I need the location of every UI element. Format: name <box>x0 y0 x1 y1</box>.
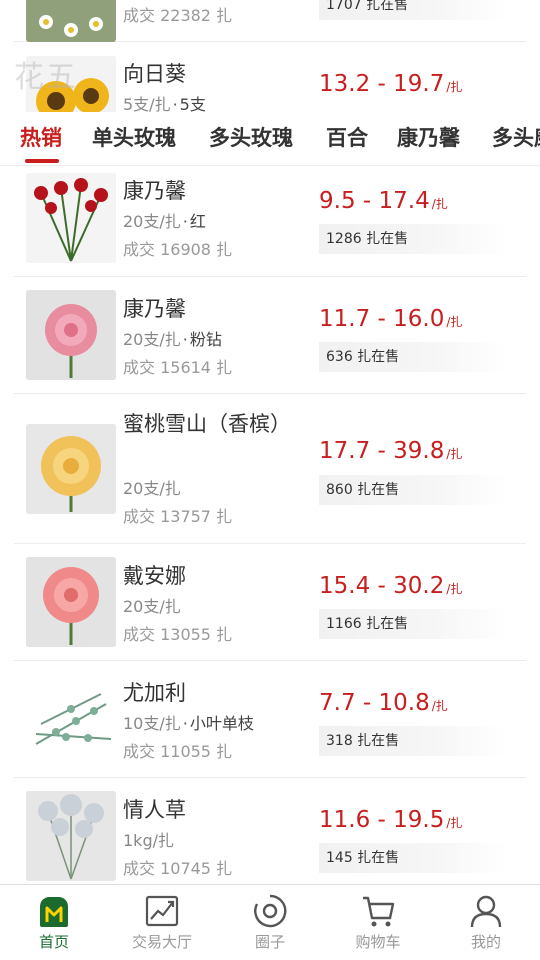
nav-label: 购物车 <box>355 933 401 951</box>
stock-count: 145 扎在售 <box>319 843 509 873</box>
category-tab-bar[interactable]: 热销 单头玫瑰 多头玫瑰 百合 康乃馨 多头康 <box>0 112 540 166</box>
sold-count: 成交 15614 扎 <box>123 358 233 377</box>
price-range: 11.6 - 19.5/扎 <box>319 807 463 833</box>
product-name: 蜜桃雪山（香槟） <box>123 412 291 436</box>
stock-count: 1166 扎在售 <box>319 609 509 639</box>
price-range: 7.7 - 10.8/扎 <box>319 690 448 716</box>
active-tab-indicator <box>25 159 59 163</box>
product-row[interactable]: 尤加利 10支/扎 · 小叶单枝 成交 11055 扎 7.7 - 10.8/扎 3… <box>14 661 526 778</box>
pink-rose-thumbnail <box>26 557 116 647</box>
product-name: 情人草 <box>123 798 186 822</box>
home-icon <box>40 897 68 927</box>
product-row[interactable]: 康乃馨 20支/扎 · 红 成交 16908 扎 9.5 - 17.4/扎 1286… <box>14 159 526 277</box>
pink-carnation-thumbnail <box>26 290 116 380</box>
product-name: 尤加利 <box>123 681 186 705</box>
stock-count: 1707 扎在售 <box>319 0 509 20</box>
nav-circle[interactable]: 圈子 <box>216 885 324 960</box>
sold-count: 成交 13055 扎 <box>123 625 233 644</box>
sold-count: 成交 10745 扎 <box>123 859 233 878</box>
sold-count: 成交 22382 扎 <box>123 6 233 25</box>
product-name: 康乃馨 <box>123 179 186 203</box>
product-spec: 10支/扎 · 小叶单枝 <box>123 714 254 733</box>
nav-trading-hall[interactable]: 交易大厅 <box>108 885 216 960</box>
product-row[interactable]: 情人草 1kg/扎 成交 10745 扎 11.6 - 19.5/扎 145 扎… <box>14 778 526 884</box>
nav-label: 交易大厅 <box>131 933 192 951</box>
tab-carnation[interactable]: 康乃馨 <box>397 122 460 154</box>
product-name: 向日葵 <box>123 62 186 86</box>
trading-chart-icon <box>145 895 179 927</box>
product-spec: 20支/扎 · 红 <box>123 212 206 231</box>
price-range: 11.7 - 16.0/扎 <box>319 306 463 332</box>
circle-icon <box>254 894 287 928</box>
stock-count: 1286 扎在售 <box>319 224 509 254</box>
product-name: 康乃馨 <box>123 297 186 321</box>
price-range: 17.7 - 39.8/扎 <box>319 438 463 464</box>
sold-count: 成交 13757 扎 <box>123 507 233 526</box>
tab-lily[interactable]: 百合 <box>326 122 368 154</box>
cart-icon <box>363 896 395 927</box>
limonium-thumbnail <box>26 791 116 881</box>
stock-count: 636 扎在售 <box>319 342 509 372</box>
bottom-navigation: 首页 交易大厅 圈子 购物车 我的 <box>0 884 540 960</box>
nav-label: 我的 <box>470 933 501 951</box>
nav-cart[interactable]: 购物车 <box>324 885 432 960</box>
red-carnation-thumbnail <box>26 173 116 263</box>
nav-label: 圈子 <box>254 933 285 951</box>
chamomile-thumbnail <box>26 0 116 42</box>
eucalyptus-thumbnail <box>26 674 116 764</box>
sold-count: 成交 11055 扎 <box>123 742 233 761</box>
price-range: 13.2 - 19.7/扎 <box>319 71 463 97</box>
tab-multi-rose[interactable]: 多头玫瑰 <box>209 122 293 154</box>
product-spec: 1kg/扎 <box>123 831 174 850</box>
tab-hot-sale[interactable]: 热销 <box>20 122 62 154</box>
sold-count: 成交 16908 扎 <box>123 240 233 259</box>
profile-icon <box>470 895 502 928</box>
nav-home[interactable]: 首页 <box>0 885 108 960</box>
champagne-rose-thumbnail <box>26 424 116 514</box>
product-spec: 20支/扎 <box>123 479 181 498</box>
watermark-logo: 花五 <box>14 60 78 95</box>
price-range: 15.4 - 30.2/扎 <box>319 573 463 599</box>
product-row[interactable]: 蜜桃雪山（香槟） 20支/扎 成交 13757 扎 17.7 - 39.8/扎 … <box>14 394 526 544</box>
price-range: 9.5 - 17.4/扎 <box>319 188 448 214</box>
stock-count: 860 扎在售 <box>319 475 509 505</box>
tab-multi-carnation[interactable]: 多头康 <box>492 122 540 154</box>
product-row[interactable]: 康乃馨 20支/扎 · 粉钻 成交 15614 扎 11.7 - 16.0/扎 63… <box>14 277 526 394</box>
product-row-partial[interactable]: 成交 22382 扎 1707 扎在售 <box>14 0 526 42</box>
product-spec: 20支/扎 <box>123 597 181 616</box>
product-row[interactable]: 戴安娜 20支/扎 成交 13055 扎 15.4 - 30.2/扎 1166 … <box>14 544 526 661</box>
tab-single-rose[interactable]: 单头玫瑰 <box>92 122 176 154</box>
product-spec: 20支/扎 · 粉钻 <box>123 330 222 349</box>
stock-count: 318 扎在售 <box>319 726 509 756</box>
nav-profile[interactable]: 我的 <box>432 885 540 960</box>
product-name: 戴安娜 <box>123 564 186 588</box>
nav-label: 首页 <box>38 933 69 951</box>
